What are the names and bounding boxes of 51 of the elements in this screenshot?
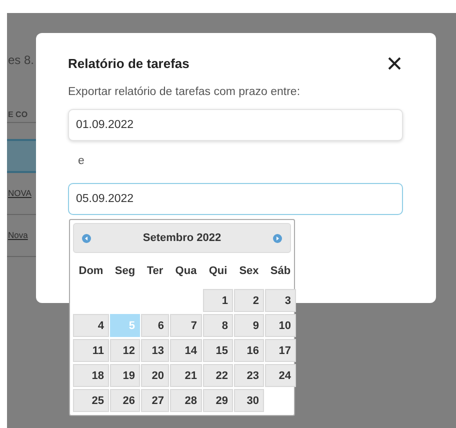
day-cell[interactable]: 29	[203, 389, 233, 412]
day-cell[interactable]: 4	[73, 314, 109, 337]
day-cell[interactable]: 7	[170, 314, 202, 337]
day-cell[interactable]: 19	[110, 364, 140, 387]
day-cell[interactable]: 20	[141, 364, 169, 387]
day-cell[interactable]: 6	[141, 314, 169, 337]
weekday-label: Sex	[238, 264, 260, 279]
weekday-label: Qui	[208, 264, 228, 279]
day-cell[interactable]: 13	[141, 339, 169, 362]
weekday-label: Ter	[146, 264, 164, 279]
close-button[interactable]	[386, 55, 403, 72]
day-cell[interactable]: 18	[73, 364, 109, 387]
weekday-label: Dom	[78, 264, 104, 279]
weekday-label: Qua	[174, 264, 198, 279]
day-cell[interactable]: 10	[265, 314, 296, 337]
date-field[interactable]: 05.09.2022	[68, 182, 403, 214]
day-cell[interactable]: 14	[170, 339, 202, 362]
day-cell[interactable]: 17	[265, 339, 296, 362]
day-cell[interactable]: 3	[265, 289, 296, 312]
day-cell[interactable]: 2	[234, 289, 264, 312]
weekday-label: Sáb	[269, 264, 292, 279]
next-month-icon[interactable]	[272, 234, 282, 242]
previous-month-icon[interactable]	[82, 234, 91, 242]
dialog-title: Relatório de tarefas	[68, 56, 190, 72]
day-cell[interactable]: 21	[170, 364, 202, 387]
day-cell[interactable]: 22	[203, 364, 233, 387]
day-cell[interactable]: 11	[73, 339, 109, 362]
close-icon	[388, 57, 401, 70]
day-cell[interactable]: 24	[265, 364, 296, 387]
day-cell[interactable]: 8	[203, 314, 233, 337]
day-cell[interactable]: 30	[234, 389, 264, 412]
column-header: E CO	[8, 109, 28, 121]
day-cell[interactable]: 1	[203, 289, 233, 312]
day-cell[interactable]: 12	[110, 339, 140, 362]
row-link[interactable]: NOVA	[8, 187, 32, 200]
highlighted-row	[7, 139, 36, 173]
day-cell[interactable]: 27	[141, 389, 169, 412]
day-cell[interactable]: 28	[170, 389, 202, 412]
page-heading: es 8.	[8, 52, 34, 69]
day-cell[interactable]: 15	[203, 339, 233, 362]
weekday-label: Seg	[114, 264, 136, 279]
separator-text: e	[78, 154, 86, 170]
day-cell[interactable]: 25	[73, 389, 109, 412]
row-link[interactable]: Nova	[8, 229, 28, 242]
dialog-description: Exportar relatório de tarefas com prazo entre:	[68, 85, 302, 100]
day-cell[interactable]: 16	[234, 339, 264, 362]
month-title: Setembro 2022	[142, 230, 222, 246]
day-cell[interactable]: 26	[110, 389, 140, 412]
day-cell[interactable]: 9	[234, 314, 264, 337]
day-cell[interactable]: 23	[234, 364, 264, 387]
date-field[interactable]: 01.09.2022	[68, 109, 403, 142]
